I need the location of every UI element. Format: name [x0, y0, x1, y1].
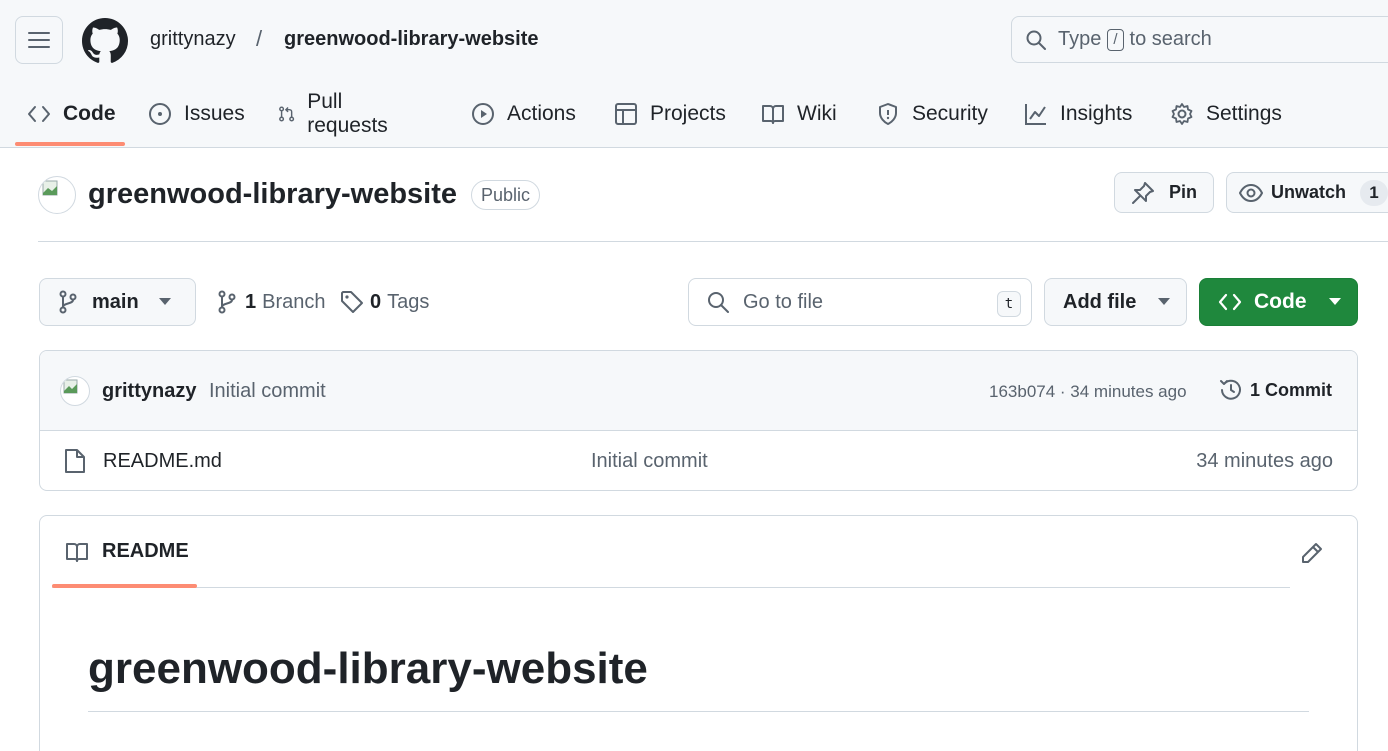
code-icon: [1218, 293, 1242, 311]
book-icon: [762, 105, 784, 124]
search-icon: [708, 292, 729, 313]
tab-projects-label: Projects: [650, 102, 726, 125]
watch-count-badge: 1: [1360, 179, 1388, 206]
branch-count-label: Branch: [262, 290, 326, 313]
shield-icon: [879, 103, 897, 125]
branch-icon: [218, 290, 236, 314]
owner-avatar[interactable]: [38, 176, 76, 214]
tab-insights[interactable]: Insights: [1024, 88, 1132, 140]
tab-code[interactable]: Code: [27, 88, 116, 140]
branch-selector-button[interactable]: main: [39, 278, 196, 326]
readme-tab[interactable]: README: [64, 540, 189, 563]
tag-count-label: Tags: [387, 290, 430, 313]
file-icon: [65, 449, 85, 473]
global-header: grittynazy / greenwood-library-website T…: [0, 0, 1388, 148]
tab-pull-requests-label: Pull requests: [307, 90, 388, 137]
graph-icon: [1025, 104, 1046, 125]
go-to-file-input[interactable]: Go to file t: [688, 278, 1032, 326]
add-file-button[interactable]: Add file: [1044, 278, 1187, 326]
tab-wiki[interactable]: Wiki: [761, 88, 837, 140]
repo-title[interactable]: greenwood-library-website: [88, 178, 457, 211]
commit-author-avatar[interactable]: [60, 376, 90, 406]
chevron-down-icon: [1158, 298, 1171, 305]
readme-panel: README greenwood-library-website: [39, 515, 1358, 751]
file-commit-time: 34 minutes ago: [1196, 450, 1333, 472]
code-button-label: Code: [1254, 290, 1307, 313]
history-icon: [1220, 379, 1241, 400]
commit-count-label: 1 Commit: [1250, 379, 1333, 400]
breadcrumb-repo[interactable]: greenwood-library-website: [284, 28, 539, 51]
issue-icon: [149, 103, 171, 125]
file-listing: grittynazy Initial commit 163b074 · 34 m…: [39, 350, 1358, 491]
readme-heading: greenwood-library-website: [88, 644, 648, 693]
branch-icon: [59, 290, 77, 314]
tab-actions-label: Actions: [507, 102, 576, 125]
unwatch-button[interactable]: Unwatch 1: [1226, 172, 1388, 213]
readme-heading-rule: [88, 711, 1309, 712]
play-icon: [472, 103, 494, 125]
menu-button[interactable]: [15, 16, 63, 64]
search-suffix-text: to search: [1129, 28, 1212, 50]
search-icon: [1026, 30, 1046, 50]
readme-tab-label: README: [102, 540, 189, 562]
file-name[interactable]: README.md: [103, 450, 222, 473]
branches-link[interactable]: 1 Branch: [217, 290, 326, 314]
tab-security-label: Security: [912, 102, 988, 125]
breadcrumb-separator: /: [256, 26, 263, 51]
tab-projects[interactable]: Projects: [614, 88, 726, 140]
tab-issues-label: Issues: [184, 102, 245, 125]
tab-code-label: Code: [63, 102, 116, 125]
commit-message[interactable]: Initial commit: [209, 380, 326, 403]
add-file-label: Add file: [1063, 290, 1137, 313]
global-search-input[interactable]: Type / to search: [1011, 16, 1388, 63]
visibility-badge: Public: [471, 180, 541, 210]
github-logo-icon[interactable]: [82, 18, 128, 64]
branch-count: 1: [245, 290, 257, 313]
tags-link[interactable]: 0 Tags: [340, 290, 429, 314]
broken-image-icon: [63, 379, 78, 394]
tab-security[interactable]: Security: [876, 88, 988, 140]
tag-count: 0: [370, 290, 382, 313]
tab-pull-requests[interactable]: Pull requests: [278, 88, 395, 140]
tab-settings[interactable]: Settings: [1170, 88, 1282, 140]
chevron-down-icon: [158, 298, 171, 305]
chevron-down-icon: [1328, 298, 1341, 305]
commit-author[interactable]: grittynazy: [102, 380, 196, 403]
go-to-file-shortcut: t: [997, 291, 1021, 317]
table-icon: [615, 103, 637, 125]
latest-commit-bar: grittynazy Initial commit 163b074 · 34 m…: [40, 351, 1357, 431]
commit-hash-time[interactable]: 163b074 · 34 minutes ago: [989, 382, 1187, 402]
pencil-icon[interactable]: [1300, 541, 1324, 565]
pin-icon: [1132, 181, 1154, 204]
pull-request-icon: [279, 106, 295, 122]
header-divider: [38, 241, 1388, 242]
branch-name: main: [92, 290, 139, 313]
tab-insights-label: Insights: [1060, 102, 1133, 125]
table-row[interactable]: README.md Initial commit 34 minutes ago: [40, 431, 1357, 490]
pin-button[interactable]: Pin: [1114, 172, 1214, 213]
search-shortcut-key: /: [1107, 28, 1124, 51]
tab-issues[interactable]: Issues: [148, 88, 245, 140]
book-icon: [66, 542, 88, 562]
eye-icon: [1239, 183, 1263, 202]
hamburger-icon: [28, 32, 50, 48]
code-icon: [28, 106, 50, 122]
tag-icon: [341, 291, 363, 313]
commit-history-link[interactable]: 1 Commit: [1218, 377, 1332, 403]
code-button[interactable]: Code: [1199, 278, 1358, 326]
search-prefix-text: Type: [1058, 28, 1102, 50]
readme-divider: [52, 587, 1290, 588]
unwatch-label: Unwatch: [1271, 182, 1347, 202]
tab-settings-label: Settings: [1206, 102, 1282, 125]
gear-icon: [1171, 103, 1193, 125]
file-commit-message[interactable]: Initial commit: [591, 450, 708, 473]
tab-wiki-label: Wiki: [797, 102, 837, 125]
go-to-file-placeholder: Go to file: [743, 290, 824, 313]
readme-tab-indicator: [52, 584, 197, 588]
active-tab-indicator: [15, 142, 125, 146]
breadcrumb-owner[interactable]: grittynazy: [150, 28, 236, 51]
broken-image-icon: [42, 180, 58, 196]
pin-label: Pin: [1169, 182, 1198, 202]
tab-actions[interactable]: Actions: [471, 88, 576, 140]
